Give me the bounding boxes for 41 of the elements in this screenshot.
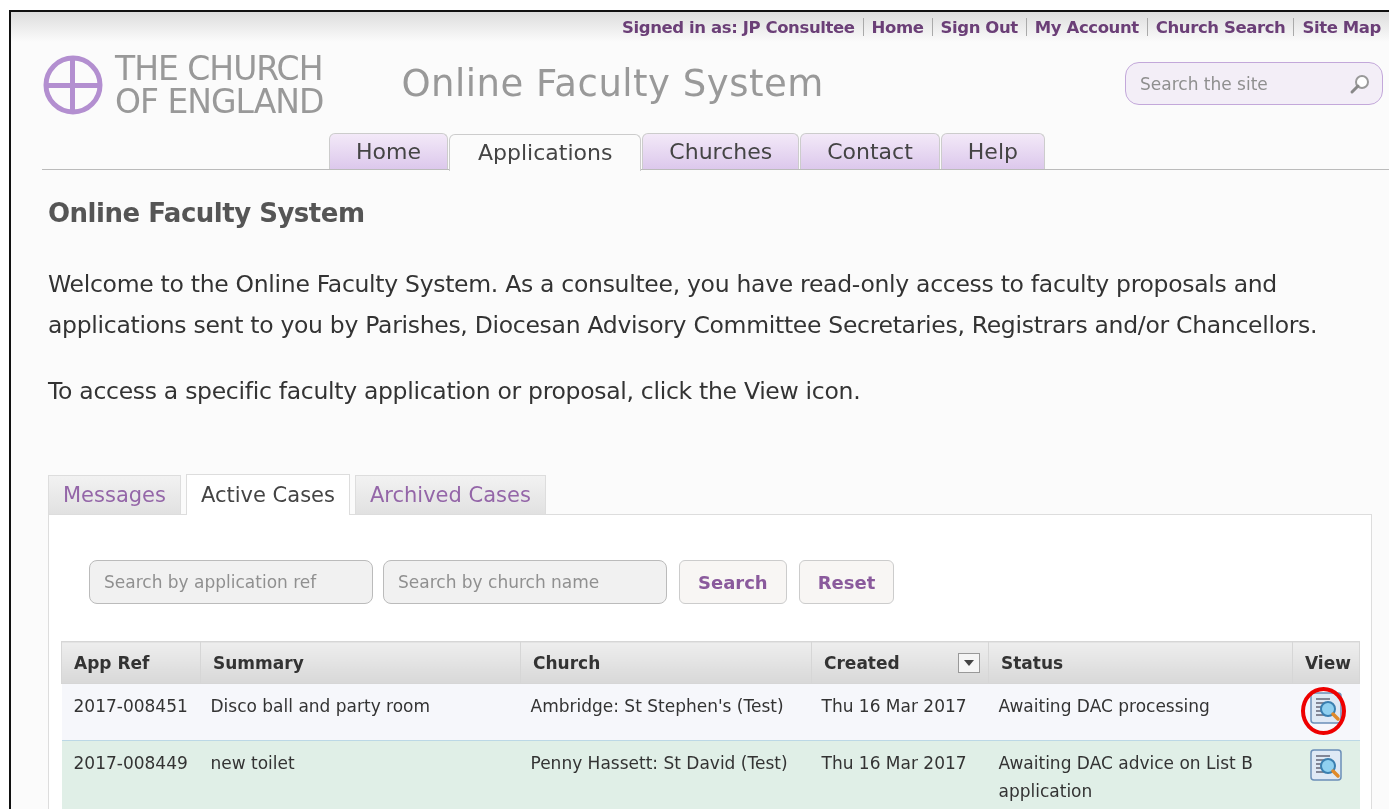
table-cell: Awaiting DAC advice on List B application bbox=[988, 740, 1293, 809]
case-tab[interactable]: Active Cases bbox=[186, 474, 350, 515]
column-header: View bbox=[1292, 641, 1360, 684]
column-header: Church bbox=[520, 641, 812, 684]
nav-tab[interactable]: Applications bbox=[448, 133, 642, 171]
intro-paragraph: To access a specific faculty application or proposal, click the View icon. bbox=[48, 376, 862, 407]
header-link[interactable]: Home bbox=[871, 17, 924, 37]
table-cell: Awaiting DAC processing bbox=[988, 683, 1293, 741]
site-title: Online Faculty System bbox=[401, 62, 824, 105]
nav-tab[interactable]: Contact bbox=[800, 133, 940, 169]
filter-field[interactable]: Search by application ref bbox=[89, 560, 373, 604]
filter-field[interactable]: Search by church name bbox=[383, 560, 667, 604]
nav-tab[interactable]: Help bbox=[940, 133, 1045, 169]
column-label: Created bbox=[824, 652, 900, 673]
column-header: Summary bbox=[200, 641, 521, 684]
table-cell: 2017-008449 bbox=[61, 740, 201, 809]
header-link[interactable]: Sign Out bbox=[940, 17, 1018, 37]
header-link[interactable]: My Account bbox=[1034, 17, 1139, 37]
table-cell: Thu 16 Mar 2017 bbox=[811, 683, 989, 741]
filter-button[interactable]: Search bbox=[679, 560, 787, 604]
nav-tab[interactable]: Home bbox=[329, 133, 448, 169]
column-header: Status bbox=[988, 641, 1293, 684]
page-heading: Online Faculty System bbox=[48, 198, 366, 228]
signed-in-label: Signed in as: JP Consultee bbox=[622, 17, 855, 37]
filter-button[interactable]: Reset bbox=[798, 560, 895, 604]
nav-tab[interactable]: Churches bbox=[642, 133, 800, 169]
table-cell: Thu 16 Mar 2017 bbox=[811, 740, 989, 809]
case-tab[interactable]: Messages bbox=[48, 475, 181, 514]
intro-paragraph: Welcome to the Online Faculty System. As a consultee, you have read-only access to faculty proposals and applications sent to you by Parishes, Diocesan Advisory Committee Secretaries, Registrars and/or Chancellors. bbox=[48, 269, 1319, 341]
table-cell: Ambridge: St Stephen's (Test) bbox=[520, 683, 812, 741]
table-cell: Penny Hassett: St David (Test) bbox=[520, 740, 812, 809]
header-link[interactable]: Church Search bbox=[1155, 17, 1286, 37]
table-cell: 2017-008451 bbox=[61, 683, 201, 741]
logo-text: THE CHURCH bbox=[115, 52, 324, 85]
column-header: App Ref bbox=[61, 641, 201, 684]
site-search-field[interactable]: Search the site bbox=[1125, 62, 1383, 105]
case-tab[interactable]: Archived Cases bbox=[354, 475, 546, 514]
logo-text: OF ENGLAND bbox=[115, 85, 324, 118]
table-cell: new toilet bbox=[200, 740, 521, 809]
header-link[interactable]: Site Map bbox=[1302, 17, 1381, 37]
table-cell: Disco ball and party room bbox=[200, 683, 521, 741]
